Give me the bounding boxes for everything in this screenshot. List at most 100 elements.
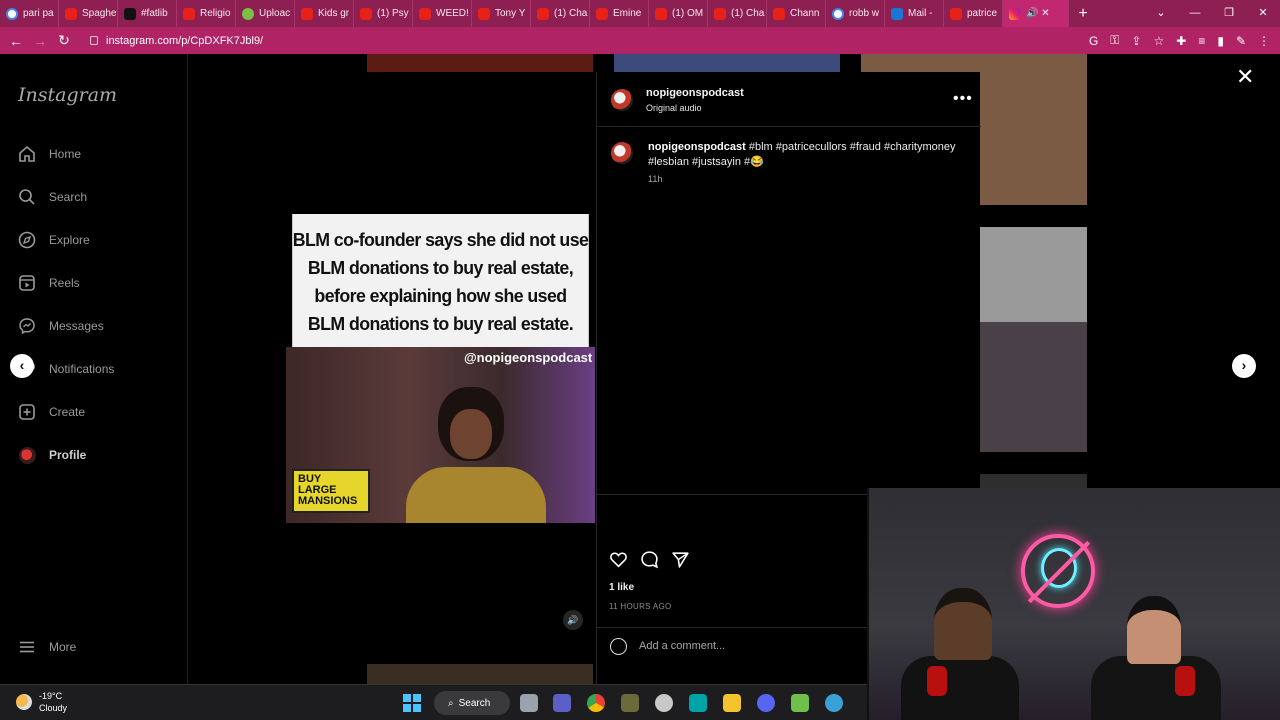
sign-line: MANSIONS [298, 495, 358, 507]
comment-bubble-icon[interactable] [640, 550, 659, 574]
nav-explore[interactable]: Explore [18, 228, 90, 252]
browser-tab[interactable]: (1) Psy [354, 0, 413, 27]
weather-cloud-icon[interactable] [16, 694, 32, 710]
tab-label: pari pa [23, 8, 54, 19]
instagram-logo[interactable]: Instagram [18, 84, 117, 106]
teams-icon[interactable] [553, 694, 571, 712]
browser-tab[interactable]: pari pa [0, 0, 59, 27]
extensions-icon[interactable]: ✚ [1176, 34, 1186, 48]
browser-tab[interactable]: patrice [944, 0, 1003, 27]
next-post-button[interactable]: › [1232, 354, 1256, 378]
author-handle[interactable]: nopigeonspodcast [646, 87, 744, 99]
app-icon[interactable] [791, 694, 809, 712]
feed-thumbnail [367, 664, 593, 684]
close-window-button[interactable]: ✕ [1246, 0, 1280, 27]
previous-post-button[interactable]: ‹ [10, 354, 34, 378]
windows-start-icon[interactable] [403, 694, 421, 712]
app-icon[interactable] [621, 694, 639, 712]
mute-toggle-icon[interactable]: 🔊 [563, 610, 583, 630]
browser-tab[interactable]: (1) Cha [531, 0, 590, 27]
tab-favicon-icon [714, 7, 726, 20]
tab-favicon-icon [124, 7, 136, 20]
reels-icon [18, 274, 36, 292]
weather-temperature[interactable]: -19°C [39, 691, 62, 701]
active-tab[interactable]: 🔊 ✕ [1003, 0, 1069, 27]
reload-button[interactable]: ↻ [52, 32, 76, 49]
browser-tab[interactable]: Kids gr [295, 0, 354, 27]
tab-label: patrice [967, 8, 998, 19]
bookmark-star-icon[interactable]: ☆ [1153, 34, 1164, 48]
discord-icon[interactable] [757, 694, 775, 712]
emoji-picker-icon[interactable] [610, 637, 627, 655]
chrome-icon[interactable] [587, 694, 605, 712]
caption-avatar[interactable] [611, 142, 633, 164]
tab-favicon-icon [537, 7, 549, 20]
nav-home[interactable]: Home [18, 142, 81, 166]
microphone [927, 666, 947, 696]
app-icon[interactable] [825, 694, 843, 712]
nav-create[interactable]: Create [18, 400, 85, 424]
browser-tab[interactable]: (1) OM [649, 0, 708, 27]
back-button[interactable]: ← [4, 33, 28, 49]
tab-label: (1) Psy [377, 8, 409, 19]
profile-icon[interactable]: ✎ [1236, 34, 1246, 48]
browser-tab[interactable]: #fatlib [118, 0, 177, 27]
browser-tab[interactable]: Uploac [236, 0, 295, 27]
browser-tab[interactable]: Religio [177, 0, 236, 27]
taskbar-search[interactable]: ⌕ Search [434, 691, 510, 715]
forward-button[interactable]: → [28, 33, 52, 49]
share-icon[interactable]: ⇪ [1131, 34, 1141, 48]
like-heart-icon[interactable] [609, 550, 628, 574]
windows-taskbar: -19°C Cloudy ⌕ Search [0, 684, 867, 720]
tab-label: robb w [849, 8, 880, 19]
file-explorer-icon[interactable] [723, 694, 741, 712]
browser-tab[interactable]: Tony Y [472, 0, 531, 27]
task-view-icon[interactable] [520, 694, 538, 712]
audio-label[interactable]: Original audio [646, 103, 702, 113]
new-tab-button[interactable]: + [1069, 5, 1097, 23]
weather-condition[interactable]: Cloudy [39, 703, 67, 713]
app-icon[interactable] [689, 694, 707, 712]
browser-tab[interactable]: (1) Cha [708, 0, 767, 27]
browser-tab[interactable]: Mail - [885, 0, 944, 27]
nav-search[interactable]: Search [18, 185, 87, 209]
url-field[interactable]: instagram.com/p/CpDXFK7Jbl9/ [90, 35, 263, 47]
tab-audio-close-icon[interactable]: 🔊 ✕ [1026, 8, 1050, 19]
home-icon [18, 145, 36, 163]
share-send-icon[interactable] [671, 550, 690, 574]
browser-tab[interactable]: Emine [590, 0, 649, 27]
reading-list-icon[interactable]: ≡ [1198, 34, 1205, 48]
sidebar-icon[interactable]: ▮ [1217, 34, 1224, 48]
tab-list-icon[interactable]: ⌄ [1144, 0, 1178, 27]
key-icon[interactable]: ⚿ [1110, 33, 1119, 48]
browser-tab[interactable]: Spaghe [59, 0, 118, 27]
tab-favicon-icon [773, 7, 785, 20]
google-icon[interactable]: G [1089, 34, 1098, 48]
browser-tab[interactable]: WEED! [413, 0, 472, 27]
post-media[interactable]: BLM co-founder says she did not use BLM … [286, 214, 595, 523]
obs-icon[interactable] [655, 694, 673, 712]
nav-profile[interactable]: Profile [18, 443, 86, 467]
browser-tab[interactable]: robb w [826, 0, 885, 27]
tab-favicon-icon [6, 7, 18, 20]
nav-reels[interactable]: Reels [18, 271, 80, 295]
likes-count[interactable]: 1 like [609, 582, 634, 593]
menu-icon[interactable]: ⋮ [1258, 34, 1270, 48]
nav-home-label: Home [49, 147, 82, 161]
browser-tab[interactable]: Chann [767, 0, 826, 27]
video-watermark: @nopigeonspodcast [464, 350, 593, 365]
feed-thumbnail [614, 54, 840, 72]
add-comment-input[interactable]: Add a comment... [639, 640, 725, 652]
neon-no-pigeons-sign [1021, 534, 1095, 608]
post-actions [609, 550, 690, 574]
maximize-button[interactable]: ❐ [1212, 0, 1246, 27]
close-modal-icon[interactable]: ✕ [1236, 64, 1254, 90]
caption-author[interactable]: nopigeonspodcast [648, 141, 746, 153]
more-options-icon[interactable]: ••• [953, 90, 973, 108]
nav-messages[interactable]: Messages [18, 314, 104, 338]
minimize-button[interactable]: — [1178, 0, 1212, 27]
nav-more[interactable]: More [18, 635, 76, 659]
nav-messages-label: Messages [49, 319, 104, 333]
author-avatar[interactable] [611, 89, 633, 111]
tab-label: Uploac [259, 8, 291, 19]
